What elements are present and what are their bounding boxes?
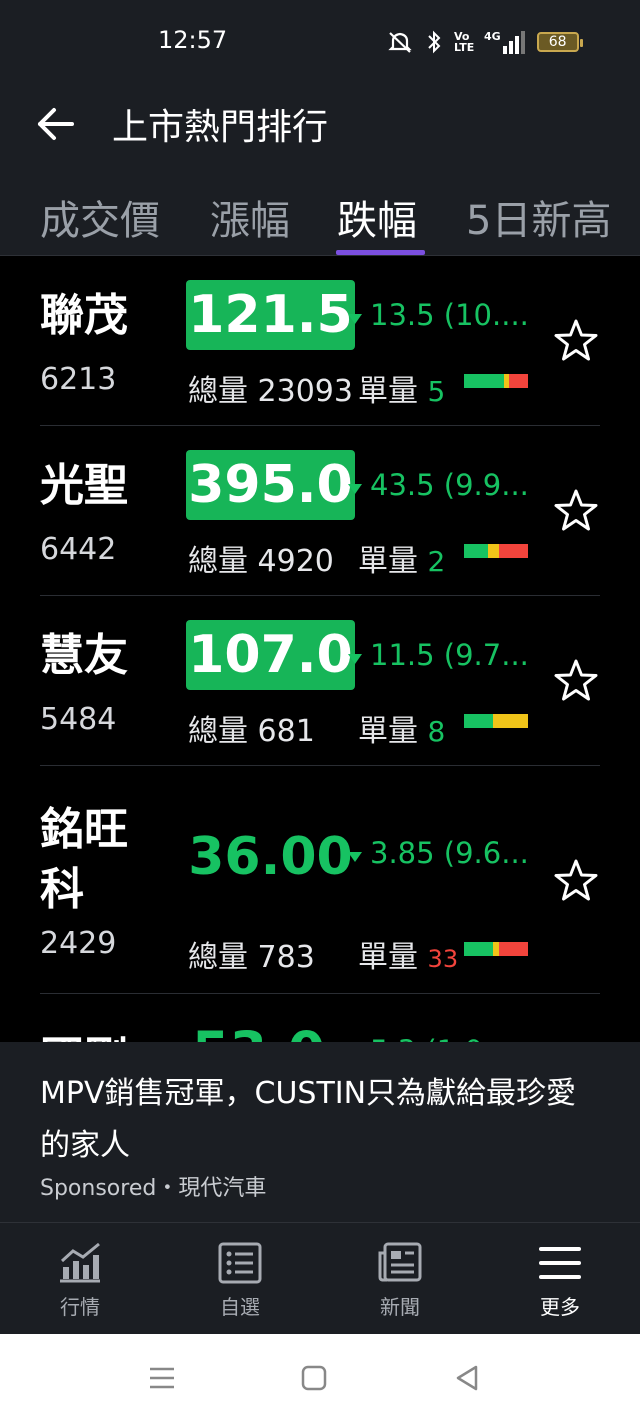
- stock-code: 5484: [40, 702, 117, 737]
- stock-change-partial: 5.3 (1.0: [370, 1034, 483, 1042]
- ratio-bar-segment: [508, 374, 528, 388]
- ratio-bar-segment: [499, 942, 528, 956]
- recent-apps-icon[interactable]: [146, 1362, 178, 1394]
- down-triangle-icon: [348, 654, 362, 664]
- nav-news[interactable]: 新聞: [350, 1241, 450, 1320]
- page-title: 上市熱門排行: [112, 107, 329, 148]
- signal-icon: 4G: [484, 30, 525, 54]
- star-icon[interactable]: [553, 488, 599, 534]
- status-time: 12:57: [158, 26, 228, 54]
- stock-price: 36.00: [188, 827, 353, 887]
- buy-sell-ratio-bar: [464, 544, 528, 558]
- battery-icon: 68: [536, 32, 583, 52]
- unit-volume-text: 單量 33: [358, 940, 459, 975]
- system-navigation-bar: [0, 1334, 640, 1422]
- status-bar: 12:57 Vo LTE 4G 68: [0, 0, 640, 84]
- nav-market[interactable]: 行情: [30, 1241, 130, 1320]
- star-icon[interactable]: [553, 658, 599, 704]
- ranking-tabs: 成交價 漲幅 跌幅 5日新高: [0, 168, 640, 256]
- unit-volume-value: 8: [427, 715, 446, 748]
- stock-code: 6442: [40, 532, 117, 567]
- ratio-bar-segment: [492, 714, 528, 728]
- stock-row[interactable]: 銘旺 科 2429 36.00 3.85 (9.6... 總量 783 單量 3…: [0, 766, 640, 994]
- stock-change: 3.85 (9.6...: [370, 836, 529, 870]
- down-triangle-icon: [348, 314, 362, 324]
- volume-value: 4920: [257, 544, 334, 579]
- back-icon[interactable]: [452, 1362, 484, 1394]
- chart-icon: [60, 1242, 100, 1283]
- tab-trade-price[interactable]: 成交價: [40, 188, 160, 246]
- stock-code: 2429: [40, 926, 117, 961]
- unit-volume-text: 單量 5: [358, 374, 446, 409]
- status-icons: Vo LTE 4G 68: [386, 28, 583, 56]
- active-tab-indicator: [336, 250, 425, 255]
- down-triangle-icon: [348, 484, 362, 494]
- unit-volume-text: 單量 8: [358, 714, 446, 749]
- stock-change: 11.5 (9.7...: [370, 638, 529, 672]
- app-header: 上市熱門排行: [0, 84, 640, 168]
- ratio-bar-segment: [488, 544, 499, 558]
- buy-sell-ratio-bar: [464, 942, 528, 956]
- bottom-navigation: 行情 自選 新聞 更多: [0, 1222, 640, 1334]
- stock-list: 聯茂 6213 121.5 13.5 (10.... 總量 23093 單量 5…: [0, 256, 640, 1042]
- stock-row[interactable]: 光聖 6442 395.0 43.5 (9.9... 總量 4920 單量 2: [0, 426, 640, 596]
- stock-price: 121.5: [186, 280, 355, 350]
- volte-indicator: Vo LTE: [454, 30, 475, 54]
- row-divider: [40, 993, 600, 994]
- unit-volume-value: 33: [427, 945, 459, 973]
- tab-5day-high[interactable]: 5日新高: [466, 188, 611, 246]
- stock-price: 395.0: [186, 450, 355, 520]
- ratio-bar-segment: [464, 942, 493, 956]
- back-arrow-icon[interactable]: [34, 102, 78, 146]
- nav-label: 更多: [540, 1295, 580, 1319]
- stock-change: 43.5 (9.9...: [370, 468, 529, 502]
- nav-label: 自選: [220, 1295, 260, 1319]
- nav-label: 新聞: [380, 1295, 420, 1319]
- volume-value: 783: [257, 940, 315, 975]
- volume-value: 23093: [257, 374, 353, 409]
- nav-watchlist[interactable]: 自選: [190, 1241, 290, 1320]
- volume-value: 681: [257, 714, 315, 749]
- star-icon[interactable]: [553, 318, 599, 364]
- stock-name: 慧友: [40, 630, 128, 681]
- stock-change: 13.5 (10....: [370, 298, 529, 332]
- stock-name-partial: 國剛: [40, 1022, 128, 1042]
- unit-volume-value: 2: [427, 545, 446, 578]
- down-triangle-icon: [348, 852, 362, 862]
- volume-text: 總量 23093: [188, 374, 353, 409]
- ratio-bar-segment: [464, 714, 493, 728]
- ratio-bar-segment: [464, 374, 504, 388]
- ratio-bar-segment: [498, 544, 528, 558]
- stock-price: 107.0: [186, 620, 355, 690]
- stock-row[interactable]: 聯茂 6213 121.5 13.5 (10.... 總量 23093 單量 5: [0, 256, 640, 426]
- menu-icon: [539, 1247, 581, 1279]
- nav-more[interactable]: 更多: [510, 1241, 610, 1320]
- volume-text: 總量 783: [188, 940, 315, 975]
- buy-sell-ratio-bar: [464, 374, 528, 388]
- stock-price-partial: 53.0: [192, 1020, 325, 1042]
- stock-name: 聯茂: [40, 290, 128, 341]
- stock-row[interactable]: 慧友 5484 107.0 11.5 (9.7... 總量 681 單量 8: [0, 596, 640, 766]
- ratio-bar-segment: [464, 544, 489, 558]
- tab-losers[interactable]: 跌幅: [337, 188, 417, 246]
- home-icon[interactable]: [298, 1362, 330, 1394]
- mute-bell-icon: [388, 32, 412, 53]
- ad-sponsor: Sponsored・現代汽車: [40, 1176, 267, 1201]
- volume-text: 總量 681: [188, 714, 315, 749]
- stock-code: 6213: [40, 362, 117, 397]
- news-icon: [378, 1242, 422, 1282]
- stock-name: 銘旺 科: [40, 804, 128, 915]
- sponsored-ad[interactable]: MPV銷售冠軍，CUSTIN只為獻給最珍愛的家人 Sponsored・現代汽車: [0, 1042, 640, 1222]
- bluetooth-icon: [428, 30, 441, 54]
- star-icon[interactable]: [553, 858, 599, 904]
- ad-headline[interactable]: MPV銷售冠軍，CUSTIN只為獻給最珍愛的家人: [40, 1068, 600, 1172]
- stock-name: 光聖: [40, 460, 128, 511]
- buy-sell-ratio-bar: [464, 714, 528, 728]
- unit-volume-value: 5: [427, 375, 446, 408]
- tab-gainers[interactable]: 漲幅: [210, 188, 290, 246]
- unit-volume-text: 單量 2: [358, 544, 446, 579]
- nav-label: 行情: [60, 1295, 100, 1319]
- volume-text: 總量 4920: [188, 544, 334, 579]
- list-icon: [218, 1242, 262, 1284]
